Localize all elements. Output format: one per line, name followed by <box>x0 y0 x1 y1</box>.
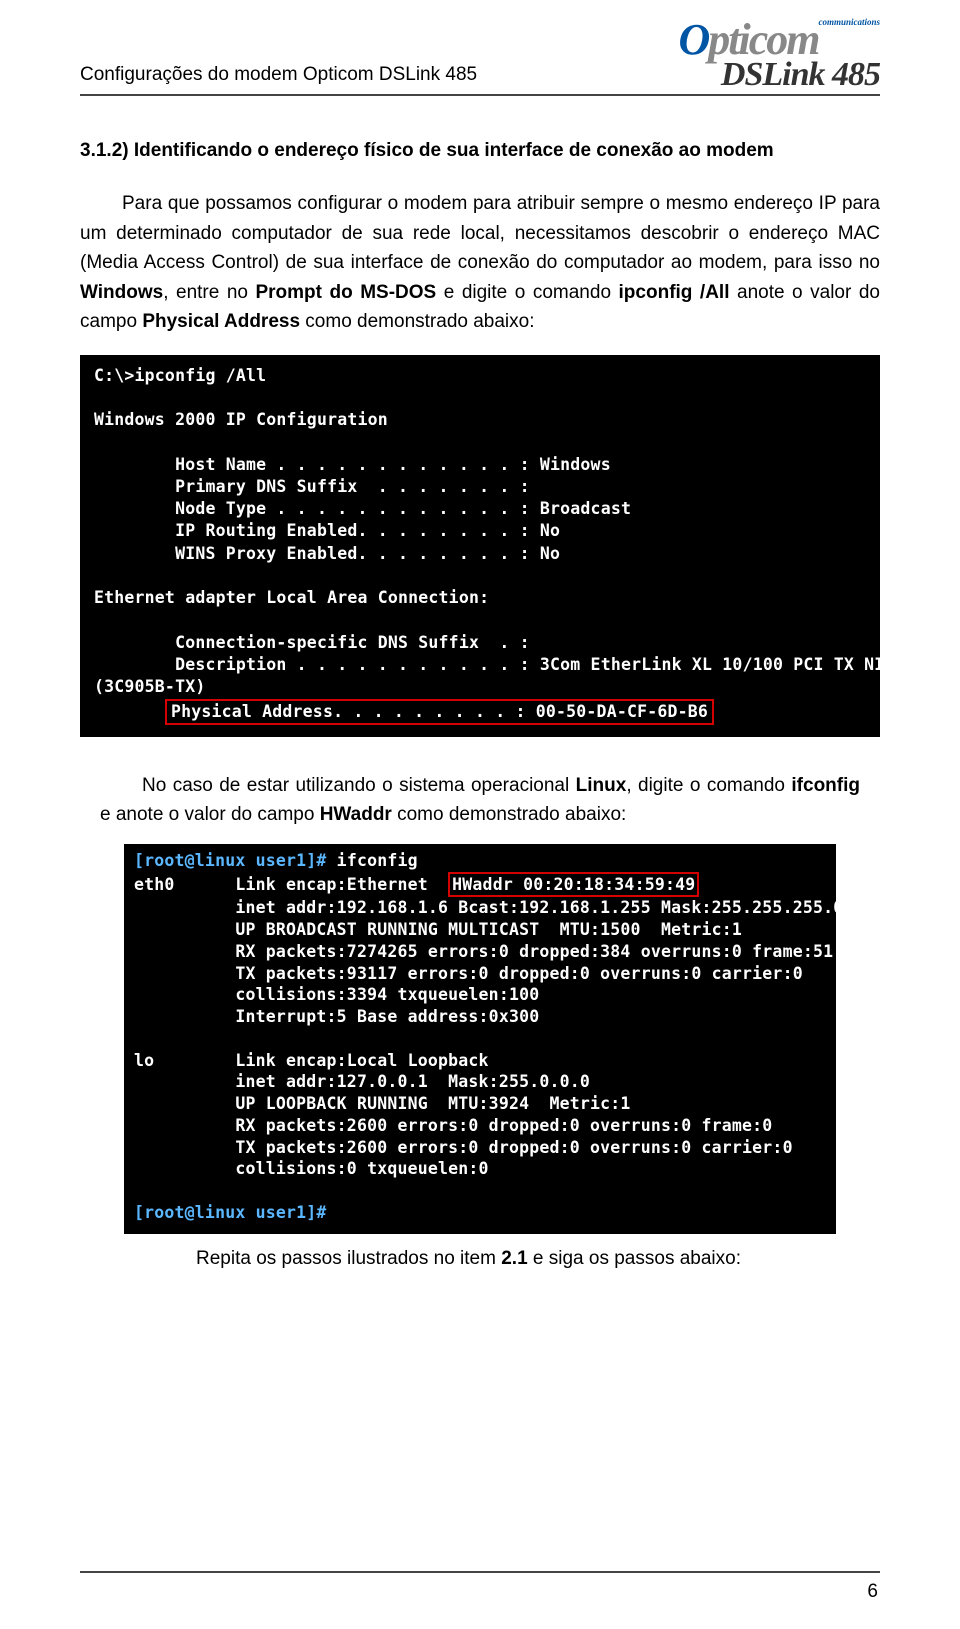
paragraph-2: No caso de estar utilizando o sistema op… <box>80 771 880 830</box>
header-title: Configurações do modem Opticom DSLink 48… <box>80 64 477 92</box>
t1-l1: C:\>ipconfig /All <box>94 366 266 385</box>
t1-physical-address-highlight: Physical Address. . . . . . . . . : 00-5… <box>165 699 714 725</box>
t2-l14: TX packets:2600 errors:0 dropped:0 overr… <box>134 1138 793 1157</box>
p2-ifconfig: ifconfig <box>791 775 860 796</box>
section-heading: 3.1.2) Identificando o endereço físico d… <box>80 136 880 165</box>
t2-l8: Interrupt:5 Base address:0x300 <box>134 1007 539 1026</box>
t2-l15: collisions:0 txqueuelen:0 <box>134 1159 489 1178</box>
p1-text-i: como demonstrado abaixo: <box>300 311 534 332</box>
brand-logo: Opticomcommunications DSLink 485 <box>679 18 881 92</box>
t1-l14: Description . . . . . . . . . . . : 3Com… <box>94 655 895 674</box>
t1-l9: WINS Proxy Enabled. . . . . . . . : No <box>94 544 560 563</box>
t2-l3: inet addr:192.168.1.6 Bcast:192.168.1.25… <box>134 898 843 917</box>
logo-comm-text: communications <box>818 17 880 27</box>
p3-text-a: Repita os passos ilustrados no item <box>196 1248 501 1269</box>
page-content: 3.1.2) Identificando o endereço físico d… <box>0 96 960 1273</box>
t1-l5: Host Name . . . . . . . . . . . . : Wind… <box>94 455 611 474</box>
t2-hwaddr-highlight: HWaddr 00:20:18:34:59:49 <box>448 872 699 898</box>
t1-l6: Primary DNS Suffix . . . . . . . : <box>94 477 530 496</box>
paragraph-1: Para que possamos configurar o modem par… <box>80 189 880 336</box>
p1-prompt: Prompt do MS-DOS <box>255 282 436 303</box>
p1-physaddr: Physical Address <box>142 311 300 332</box>
p1-text-a: Para que possamos configurar o modem par… <box>80 193 880 273</box>
p3-ref: 2.1 <box>501 1248 527 1269</box>
t1-l13: Connection-specific DNS Suffix . : <box>94 633 530 652</box>
p1-text-e: e digite o comando <box>436 282 618 303</box>
t2-cmd: ifconfig <box>327 851 418 870</box>
t2-l11: inet addr:127.0.0.1 Mask:255.0.0.0 <box>134 1072 590 1091</box>
p2-text-a: No caso de estar utilizando o sistema op… <box>142 775 576 796</box>
t2-l13: RX packets:2600 errors:0 dropped:0 overr… <box>134 1116 772 1135</box>
p1-text-c: , entre no <box>163 282 255 303</box>
p2-text-e: e anote o valor do campo <box>100 804 320 825</box>
p1-ipconfig: ipconfig /All <box>619 282 730 303</box>
page-number: 6 <box>867 1581 878 1603</box>
t2-l2a: eth0 Link encap:Ethernet <box>134 875 448 894</box>
t1-l11: Ethernet adapter Local Area Connection: <box>94 588 489 607</box>
terminal-linux: [root@linux user1]# ifconfig eth0 Link e… <box>124 844 836 1234</box>
p2-hwaddr: HWaddr <box>320 804 392 825</box>
p2-text-c: , digite o comando <box>626 775 791 796</box>
p2-text-g: como demonstrado abaixo: <box>392 804 626 825</box>
t2-prompt-2: [root@linux user1]# <box>134 1203 327 1222</box>
t2-l12: UP LOOPBACK RUNNING MTU:3924 Metric:1 <box>134 1094 631 1113</box>
t1-l8: IP Routing Enabled. . . . . . . . : No <box>94 521 560 540</box>
p2-linux: Linux <box>576 775 627 796</box>
t2-l10: lo Link encap:Local Loopback <box>134 1051 489 1070</box>
t2-l7: collisions:3394 txqueuelen:100 <box>134 985 539 1004</box>
t2-l6: TX packets:93117 errors:0 dropped:0 over… <box>134 964 803 983</box>
terminal-windows: C:\>ipconfig /All Windows 2000 IP Config… <box>80 355 880 737</box>
page-header: Configurações do modem Opticom DSLink 48… <box>0 0 960 92</box>
t1-l3: Windows 2000 IP Configuration <box>94 410 388 429</box>
footer-divider <box>80 1571 880 1573</box>
t1-l15: (3C905B-TX) <box>94 677 205 696</box>
paragraph-3: Repita os passos ilustrados no item 2.1 … <box>80 1244 880 1273</box>
t2-l5: RX packets:7274265 errors:0 dropped:384 … <box>134 942 833 961</box>
t2-prompt-1: [root@linux user1]# <box>134 851 327 870</box>
t1-l7: Node Type . . . . . . . . . . . . : Broa… <box>94 499 631 518</box>
p1-windows: Windows <box>80 282 163 303</box>
p3-text-c: e siga os passos abaixo: <box>528 1248 741 1269</box>
t2-l4: UP BROADCAST RUNNING MULTICAST MTU:1500 … <box>134 920 742 939</box>
